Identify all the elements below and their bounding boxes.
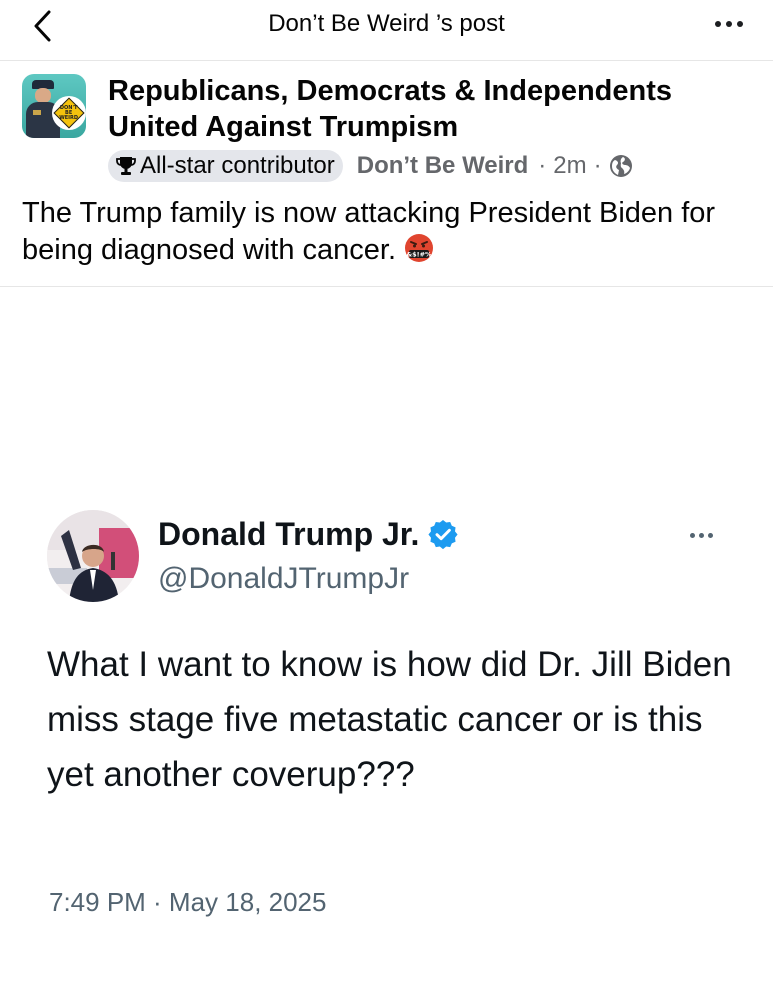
globe-icon[interactable] bbox=[609, 154, 633, 178]
post-meta: All-star contributor Don’t Be Weird · 2m… bbox=[108, 150, 633, 182]
all-star-contributor-badge[interactable]: All-star contributor bbox=[108, 150, 343, 182]
svg-text:&$!#%: &$!#% bbox=[406, 251, 432, 259]
group-logo-text: DON'T BE WEIRD bbox=[59, 104, 79, 121]
trophy-icon bbox=[116, 157, 136, 175]
angry-face-symbols-icon: &$!#% bbox=[405, 234, 434, 262]
tweet-author-name: Donald Trump Jr. bbox=[158, 515, 420, 552]
post-divider bbox=[0, 286, 773, 287]
group-avatar[interactable]: DON'T BE WEIRD bbox=[22, 74, 86, 138]
tweet-author-row: Donald Trump Jr. bbox=[158, 513, 459, 555]
page-title: Don’t Be Weird ’s post bbox=[268, 10, 505, 37]
avatar-photo bbox=[47, 510, 139, 602]
contributor-badge-label: All-star contributor bbox=[140, 152, 335, 179]
tweet-author-handle: @DonaldJTrumpJr bbox=[158, 562, 410, 595]
tweet-more-icon bbox=[681, 528, 721, 542]
tweet-author-avatar bbox=[47, 510, 139, 602]
meta-separator: · bbox=[593, 152, 602, 179]
top-nav-bar: Don’t Be Weird ’s post bbox=[0, 0, 773, 61]
post-body: The Trump family is now attacking Presid… bbox=[22, 195, 752, 269]
tweet-timestamp: 7:49 PM · May 18, 2025 bbox=[49, 887, 327, 917]
group-logo-sign: DON'T BE WEIRD bbox=[52, 96, 86, 130]
ellipsis-icon bbox=[715, 21, 721, 27]
post-page: Don’t Be Weird ’s post DON'T BE WEIRD Re… bbox=[0, 0, 773, 1000]
meta-separator: · bbox=[538, 152, 547, 179]
post-text: The Trump family is now attacking Presid… bbox=[22, 197, 716, 266]
post-timestamp[interactable]: 2m bbox=[553, 152, 586, 180]
verified-badge-icon bbox=[428, 520, 458, 550]
tweet-text: What I want to know is how did Dr. Jill … bbox=[47, 645, 732, 794]
group-name-link[interactable]: Republicans, Democrats & Independents Un… bbox=[108, 73, 748, 145]
more-options-button[interactable] bbox=[709, 14, 749, 34]
post-author-link[interactable]: Don’t Be Weird bbox=[357, 152, 529, 180]
